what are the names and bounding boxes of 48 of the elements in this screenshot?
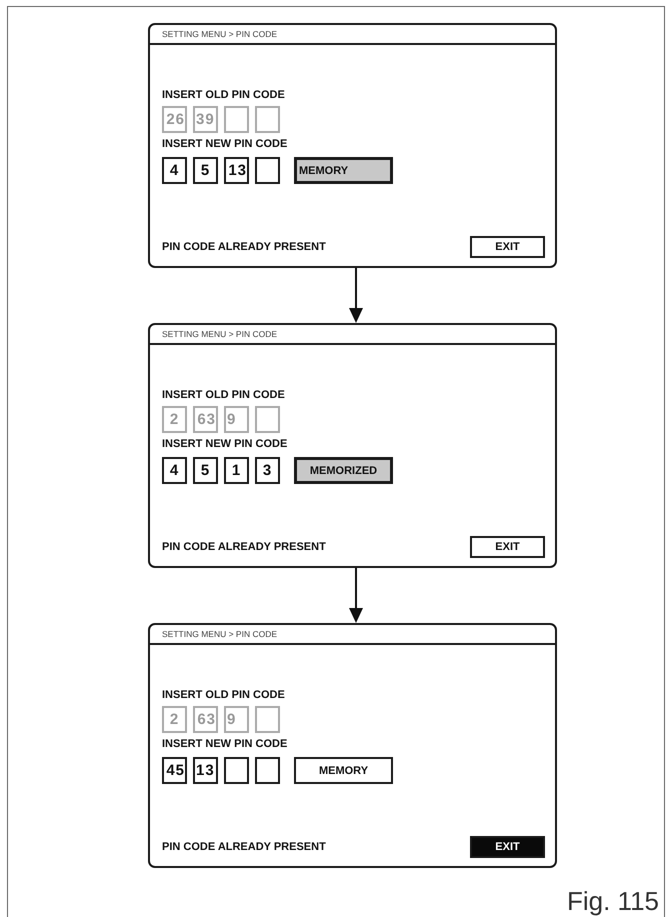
pin-digit-box[interactable] — [255, 157, 280, 184]
pin-digit-box[interactable]: 45 — [162, 757, 187, 784]
pin-prompt: INSERT NEW PIN CODE — [162, 438, 288, 450]
pin-digit: 13 — [196, 762, 215, 779]
pin-digit: 39 — [196, 111, 215, 128]
pin-digit: 9 — [227, 711, 236, 728]
status-message: PIN CODE ALREADY PRESENT — [162, 541, 326, 553]
pin-digit-box[interactable]: 4 — [162, 157, 187, 184]
pin-digit-box[interactable]: 1 — [224, 457, 249, 484]
pin-prompt: INSERT OLD PIN CODE — [162, 89, 285, 101]
pin-digit-box[interactable]: 5 — [193, 457, 218, 484]
exit-button[interactable]: EXIT — [470, 236, 545, 258]
pin-digit: 2 — [170, 711, 180, 728]
status-message: PIN CODE ALREADY PRESENT — [162, 241, 326, 253]
exit-button[interactable]: EXIT — [470, 836, 545, 858]
memory-button[interactable]: MEMORY — [294, 757, 393, 784]
pin-digit: 3 — [262, 462, 272, 479]
pin-prompt: INSERT NEW PIN CODE — [162, 138, 288, 150]
pin-digit-box[interactable]: 3 — [255, 457, 280, 484]
figure-caption: Fig. 115 — [566, 888, 659, 914]
pin-digit-box[interactable]: 5 — [193, 157, 218, 184]
pin-prompt: INSERT OLD PIN CODE — [162, 389, 285, 401]
exit-button[interactable]: EXIT — [470, 536, 545, 558]
pin-digit: 13 — [228, 162, 247, 179]
pin-digit: 5 — [200, 462, 210, 479]
pin-digit: 63 — [197, 711, 216, 728]
breadcrumb: SETTING MENU > PIN CODE — [162, 329, 277, 339]
pin-digit: 1 — [232, 462, 242, 479]
pin-prompt: INSERT NEW PIN CODE — [162, 738, 288, 750]
breadcrumb: SETTING MENU > PIN CODE — [162, 29, 277, 39]
pin-digit-box[interactable] — [255, 757, 280, 784]
breadcrumb: SETTING MENU > PIN CODE — [162, 629, 277, 639]
memory-button[interactable]: MEMORY — [294, 157, 393, 184]
pin-digit-box[interactable]: 4 — [162, 457, 187, 484]
pin-digit: 26 — [166, 111, 185, 128]
pin-prompt: INSERT OLD PIN CODE — [162, 689, 285, 701]
pin-digit-box[interactable]: 13 — [224, 157, 249, 184]
pin-digit-box[interactable] — [224, 757, 249, 784]
pin-digit: 9 — [227, 411, 236, 428]
pin-digit: 4 — [170, 162, 180, 179]
pin-digit: 45 — [166, 762, 185, 779]
pin-digit: 2 — [170, 411, 180, 428]
pin-digit: 5 — [200, 162, 210, 179]
status-message: PIN CODE ALREADY PRESENT — [162, 841, 326, 853]
pin-digit: 63 — [197, 411, 216, 428]
pin-digit-box[interactable]: 13 — [193, 757, 218, 784]
pin-digit: 4 — [170, 462, 180, 479]
memory-button[interactable]: MEMORIZED — [294, 457, 393, 484]
